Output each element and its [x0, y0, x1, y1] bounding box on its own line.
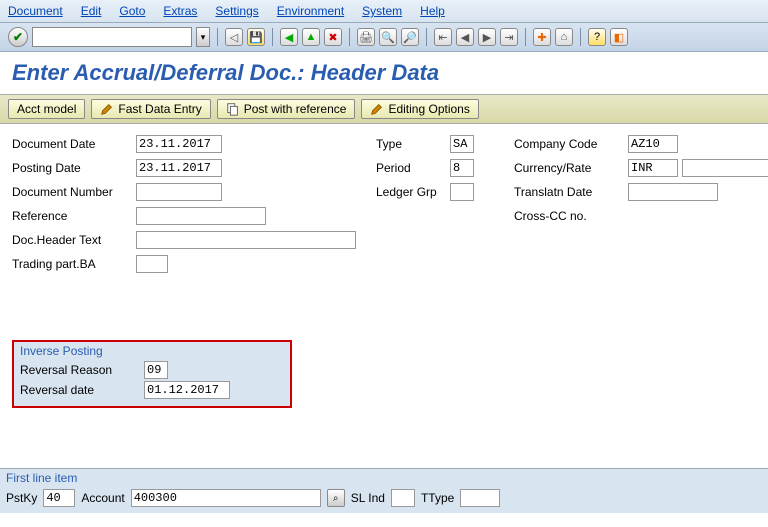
reversal-date-input[interactable] [144, 381, 230, 399]
translation-date-input[interactable] [628, 183, 718, 201]
menu-environment[interactable]: Environment [277, 4, 344, 18]
fast-data-entry-button[interactable]: Fast Data Entry [91, 99, 210, 119]
shortcut-icon[interactable]: ⌂ [555, 28, 573, 46]
standard-toolbar: ✔ ▾ ◁ 💾 ◀ ▲ ✖ 🖨 🔍 🔎 ⇤ ◀ ▶ ⇥ ✚ ⌂ ? ◧ [0, 23, 768, 52]
command-field[interactable] [32, 27, 192, 47]
menu-settings[interactable]: Settings [215, 4, 258, 18]
app-toolbar: Acct model Fast Data Entry Post with ref… [0, 94, 768, 124]
pencil-icon [100, 102, 114, 116]
menu-extras[interactable]: Extras [163, 4, 197, 18]
account-label: Account [81, 491, 124, 505]
account-search-help-icon[interactable]: ⌕ [327, 489, 345, 507]
doc-header-text-input[interactable] [136, 231, 356, 249]
menu-edit[interactable]: Edit [81, 4, 102, 18]
posting-date-input[interactable] [136, 159, 222, 177]
reference-label: Reference [12, 209, 132, 223]
reversal-reason-input[interactable] [144, 361, 168, 379]
doc-date-input[interactable] [136, 135, 222, 153]
trading-part-input[interactable] [136, 255, 168, 273]
next-page-icon[interactable]: ▶ [478, 28, 496, 46]
type-label: Type [376, 137, 446, 151]
reversal-date-label: Reversal date [20, 383, 140, 397]
company-code-input[interactable] [628, 135, 678, 153]
type-input[interactable] [450, 135, 474, 153]
last-page-icon[interactable]: ⇥ [500, 28, 518, 46]
new-session-icon[interactable]: ✚ [533, 28, 551, 46]
sl-ind-input[interactable] [391, 489, 415, 507]
first-page-icon[interactable]: ⇤ [434, 28, 452, 46]
ledger-grp-label: Ledger Grp [376, 185, 446, 199]
inverse-posting-title: Inverse Posting [14, 342, 290, 360]
menu-help[interactable]: Help [420, 4, 445, 18]
find-icon[interactable]: 🔍 [379, 28, 397, 46]
company-code-label: Company Code [514, 137, 624, 151]
inverse-posting-section: Inverse Posting Reversal Reason Reversal… [12, 340, 292, 408]
menu-system[interactable]: System [362, 4, 402, 18]
layout-icon[interactable]: ◧ [610, 28, 628, 46]
exit-icon[interactable]: ▲ [302, 28, 320, 46]
prev-page-icon[interactable]: ◀ [456, 28, 474, 46]
posting-date-label: Posting Date [12, 161, 132, 175]
help-icon[interactable]: ? [588, 28, 606, 46]
copy-icon [226, 102, 240, 116]
save-icon[interactable]: 💾 [247, 28, 265, 46]
doc-number-label: Document Number [12, 185, 132, 199]
menu-bar: Document Edit Goto Extras Settings Envir… [0, 0, 768, 23]
sl-ind-label: SL Ind [351, 491, 385, 505]
doc-number-input[interactable] [136, 183, 222, 201]
print-icon[interactable]: 🖨 [357, 28, 375, 46]
reversal-reason-label: Reversal Reason [20, 363, 140, 377]
back-green-icon[interactable]: ◀ [280, 28, 298, 46]
reference-input[interactable] [136, 207, 266, 225]
ledger-grp-input[interactable] [450, 183, 474, 201]
enter-icon[interactable]: ✔ [8, 27, 28, 47]
post-with-reference-button[interactable]: Post with reference [217, 99, 356, 119]
first-line-item-section: First line item PstKy Account ⌕ SL Ind T… [0, 468, 768, 513]
menu-document[interactable]: Document [8, 4, 63, 18]
cross-cc-label: Cross-CC no. [514, 209, 624, 223]
translation-date-label: Translatn Date [514, 185, 624, 199]
rate-input[interactable] [682, 159, 768, 177]
command-dropdown-icon[interactable]: ▾ [196, 27, 210, 47]
pencil-icon [370, 102, 384, 116]
pstky-label: PstKy [6, 491, 37, 505]
cancel-icon[interactable]: ✖ [324, 28, 342, 46]
currency-rate-label: Currency/Rate [514, 161, 624, 175]
doc-header-text-label: Doc.Header Text [12, 233, 132, 247]
page-title: Enter Accrual/Deferral Doc.: Header Data [0, 52, 768, 94]
acct-model-button[interactable]: Acct model [8, 99, 85, 119]
period-label: Period [376, 161, 446, 175]
ttype-label: TType [421, 491, 454, 505]
currency-input[interactable] [628, 159, 678, 177]
first-line-item-title: First line item [0, 469, 768, 487]
trading-part-label: Trading part.BA [12, 257, 132, 271]
find-next-icon[interactable]: 🔎 [401, 28, 419, 46]
header-form: Document Date Posting Date Document Numb… [0, 124, 768, 284]
doc-date-label: Document Date [12, 137, 132, 151]
period-input[interactable] [450, 159, 474, 177]
menu-goto[interactable]: Goto [119, 4, 145, 18]
pstky-input[interactable] [43, 489, 75, 507]
back-icon[interactable]: ◁ [225, 28, 243, 46]
ttype-input[interactable] [460, 489, 500, 507]
editing-options-button[interactable]: Editing Options [361, 99, 478, 119]
account-input[interactable] [131, 489, 321, 507]
